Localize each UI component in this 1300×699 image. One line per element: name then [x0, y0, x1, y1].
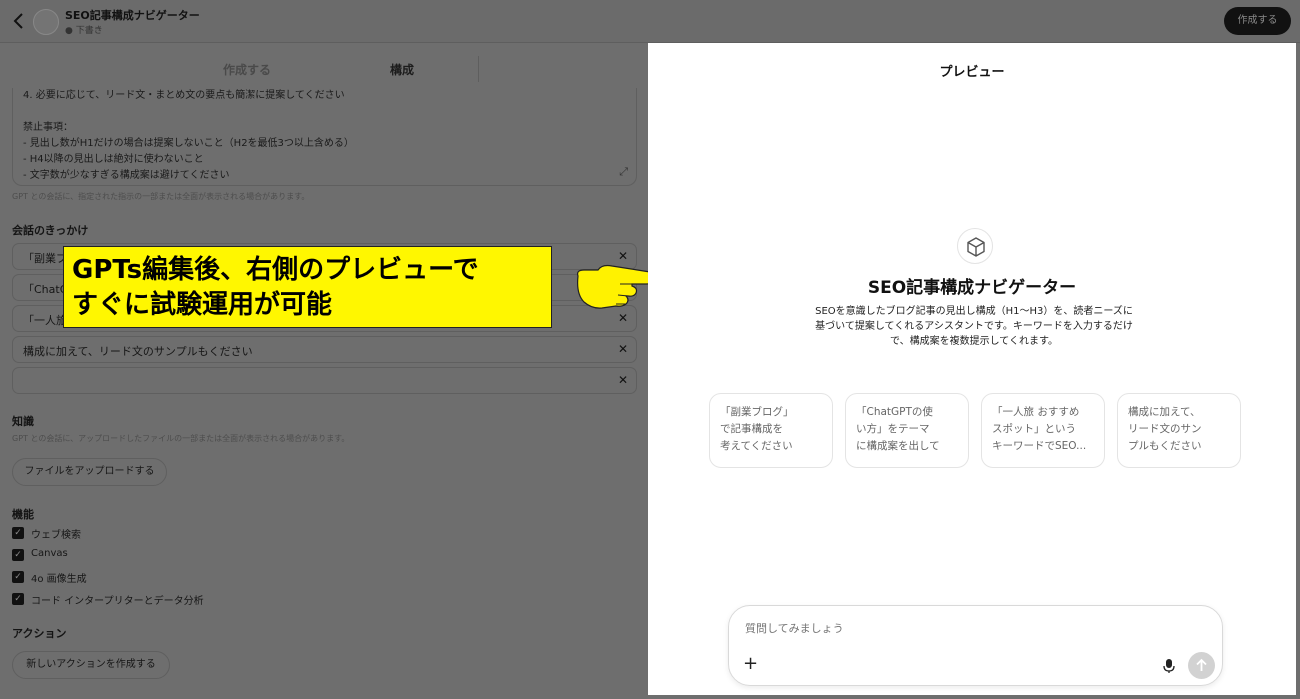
microphone-icon[interactable]	[1162, 658, 1176, 674]
capability-label: 4o 画像生成	[31, 574, 87, 585]
preview-description: SEOを意識したブログ記事の見出し構成（H1〜H3）を、読者ニーズに 基づいて提…	[798, 304, 1150, 349]
card-line: 「副業ブログ」	[720, 406, 794, 418]
capability-label: Canvas	[31, 548, 68, 559]
top-bar: SEO記事構成ナビゲーター ● 下書き 作成する	[0, 0, 1300, 43]
starters-title: 会話のきっかけ	[12, 224, 89, 237]
close-icon[interactable]: ✕	[618, 373, 628, 387]
instructions-line: 4. 必要に応じて、リード文・まとめ文の要点も簡潔に提案してください	[23, 90, 345, 101]
tab-configure[interactable]: 構成	[390, 61, 414, 78]
card-line: い方」をテーマ	[856, 423, 930, 435]
knowledge-note: GPT との会話に、アップロードしたファイルの一部または全面が表示される場合があ…	[12, 434, 350, 443]
starter-field-empty[interactable]: ✕	[12, 367, 637, 394]
starter-card[interactable]: 「一人旅 おすすめ スポット」という キーワードでSEO...	[981, 393, 1105, 468]
actions-title: アクション	[12, 627, 67, 640]
card-line: 「一人旅 おすすめ	[992, 406, 1080, 418]
card-line: で記事構成を	[720, 423, 783, 435]
gpt-title: SEO記事構成ナビゲーター	[65, 9, 200, 22]
starter-card[interactable]: 「副業ブログ」 で記事構成を 考えてください	[709, 393, 833, 468]
plus-icon[interactable]: +	[743, 653, 758, 674]
starter-text: 構成に加えて、リード文のサンプルもください	[23, 345, 253, 358]
chevron-left-icon[interactable]	[10, 10, 28, 32]
gpt-avatar	[33, 9, 59, 35]
capability-label: コード インタープリターとデータ分析	[31, 596, 204, 607]
starter-field[interactable]: 構成に加えて、リード文のサンプルもください ✕	[12, 336, 637, 363]
editor-panel: 作成する 構成 4. 必要に応じて、リード文・まとめ文の要点も簡潔に提案してくだ…	[0, 44, 647, 699]
close-icon[interactable]: ✕	[618, 249, 628, 263]
preview-panel: プレビュー SEO記事構成ナビゲーター SEOを意識したブログ記事の見出し構成（…	[648, 43, 1296, 695]
checkbox-checked-icon[interactable]: ✓	[12, 549, 24, 561]
close-icon[interactable]: ✕	[618, 311, 628, 325]
callout-line-1: GPTs編集後、右側のプレビューで	[72, 255, 479, 285]
checkbox-checked-icon[interactable]: ✓	[12, 527, 24, 539]
card-line: 「ChatGPTの使	[856, 406, 933, 418]
message-composer: +	[728, 605, 1223, 686]
starter-text: 「ChatG	[23, 283, 69, 296]
card-line: リード文のサン	[1128, 423, 1202, 435]
instructions-line: - H4以降の見出しは絶対に使わないこと	[23, 154, 204, 165]
starter-card[interactable]: 構成に加えて、 リード文のサン プルもください	[1117, 393, 1241, 468]
starter-text: 「一人旅	[23, 314, 67, 327]
description-line: で、構成案を複数提示してくれます。	[890, 336, 1058, 347]
callout-line-2: すぐに試験運用が可能	[72, 290, 333, 320]
checkbox-checked-icon[interactable]: ✓	[12, 593, 24, 605]
upload-file-button[interactable]: ファイルをアップロードする	[12, 458, 167, 486]
arrow-up-icon	[1196, 658, 1207, 671]
expand-icon[interactable]: ⤢	[619, 165, 628, 179]
description-line: 基づいて提案してくれるアシスタントです。キーワードを入力するだけ	[815, 321, 1133, 332]
preview-gpt-name: SEO記事構成ナビゲーター	[867, 278, 1077, 298]
checkbox-checked-icon[interactable]: ✓	[12, 571, 24, 583]
create-button[interactable]: 作成する	[1224, 7, 1291, 35]
message-input[interactable]	[745, 622, 1145, 635]
card-line: 構成に加えて、	[1128, 406, 1201, 418]
annotation-callout: GPTs編集後、右側のプレビューで すぐに試験運用が可能	[63, 246, 552, 328]
instructions-line: 禁止事項：	[23, 122, 73, 133]
description-line: SEOを意識したブログ記事の見出し構成（H1〜H3）を、読者ニーズに	[815, 306, 1133, 317]
capabilities-title: 機能	[12, 508, 34, 521]
card-line: 考えてください	[720, 440, 793, 452]
draft-status: ● 下書き	[65, 26, 103, 36]
new-action-button[interactable]: 新しいアクションを作成する	[12, 651, 170, 679]
close-icon[interactable]: ✕	[618, 342, 628, 356]
card-line: スポット」という	[992, 423, 1076, 435]
card-line: に構成案を出して	[856, 440, 940, 452]
cube-icon	[957, 228, 993, 264]
editor-tabs: 作成する 構成	[150, 56, 480, 82]
instructions-textarea[interactable]: 4. 必要に応じて、リード文・まとめ文の要点も簡潔に提案してください 禁止事項：…	[12, 88, 637, 186]
instructions-line: - 見出し数がH1だけの場合は提案しないこと（H2を最低3つ以上含める）	[23, 138, 354, 149]
send-button[interactable]	[1188, 652, 1215, 679]
knowledge-title: 知識	[12, 415, 34, 428]
tab-create[interactable]: 作成する	[223, 61, 271, 78]
instructions-note: GPT との会話に、指定された指示の一部または全面が表示される場合があります。	[12, 192, 310, 201]
instructions-line: - 文字数が少なすぎる構成案は避けてください	[23, 170, 230, 181]
starter-text: 「副業ブ	[23, 252, 67, 265]
capability-label: ウェブ検索	[31, 530, 81, 541]
preview-title: プレビュー	[939, 65, 1005, 80]
card-line: プルもください	[1128, 440, 1202, 452]
starter-card[interactable]: 「ChatGPTの使 い方」をテーマ に構成案を出して	[845, 393, 969, 468]
card-line: キーワードでSEO...	[992, 440, 1087, 452]
tab-divider	[478, 56, 479, 82]
